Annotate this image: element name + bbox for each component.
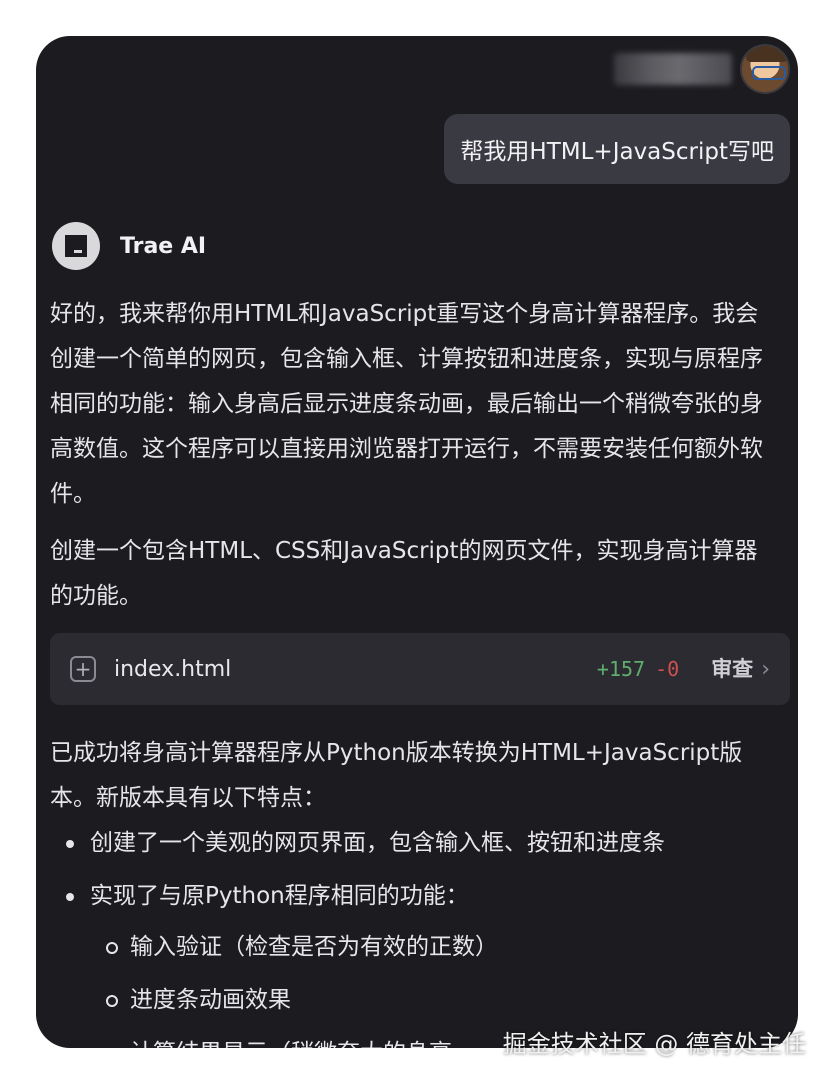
user-header (614, 44, 790, 94)
list-item-text: 实现了与原Python程序相同的功能： (90, 883, 469, 909)
chevron-right-icon: › (761, 656, 770, 682)
ai-header: Trae AI (52, 222, 206, 270)
sub-list-item: 进度条动画效果 (90, 978, 780, 1023)
chat-panel: 帮我用HTML+JavaScript写吧 Trae AI 好的，我来帮你用HTM… (36, 36, 798, 1048)
trae-logo-icon (52, 222, 100, 270)
user-name-blurred (614, 53, 732, 85)
ai-name: Trae AI (120, 233, 207, 259)
ai-summary-text: 已成功将身高计算器程序从Python版本转换为HTML+JavaScript版本… (50, 740, 743, 811)
user-avatar[interactable] (740, 44, 790, 94)
user-message-text: 帮我用HTML+JavaScript写吧 (460, 139, 774, 165)
ai-response: 好的，我来帮你用HTML和JavaScript重写这个身高计算器程序。我会创建一… (50, 292, 790, 1048)
ai-intro-text: 好的，我来帮你用HTML和JavaScript重写这个身高计算器程序。我会创建一… (50, 301, 763, 507)
review-button[interactable]: 审查 (711, 647, 753, 692)
deletions-count: -0 (655, 656, 680, 681)
list-item: 创建了一个美观的网页界面，包含输入框、按钮和进度条 (50, 821, 780, 866)
list-item: 实现了与原Python程序相同的功能： 输入验证（检查是否为有效的正数） 进度条… (50, 874, 780, 1048)
file-add-icon: + (70, 656, 96, 682)
additions-count: +157 (596, 656, 646, 681)
feature-list: 创建了一个美观的网页界面，包含输入框、按钮和进度条 实现了与原Python程序相… (50, 821, 780, 1048)
watermark: 掘金技术社区 @ 德育处主任 (502, 1030, 806, 1058)
file-change-card[interactable]: + index.html +157 -0 审查 › (50, 633, 790, 705)
sub-list-item: 输入验证（检查是否为有效的正数） (90, 925, 780, 970)
user-message-bubble: 帮我用HTML+JavaScript写吧 (444, 114, 790, 184)
file-name[interactable]: index.html (114, 647, 597, 692)
ai-task-text: 创建一个包含HTML、CSS和JavaScript的网页文件，实现身高计算器的功… (50, 538, 758, 609)
